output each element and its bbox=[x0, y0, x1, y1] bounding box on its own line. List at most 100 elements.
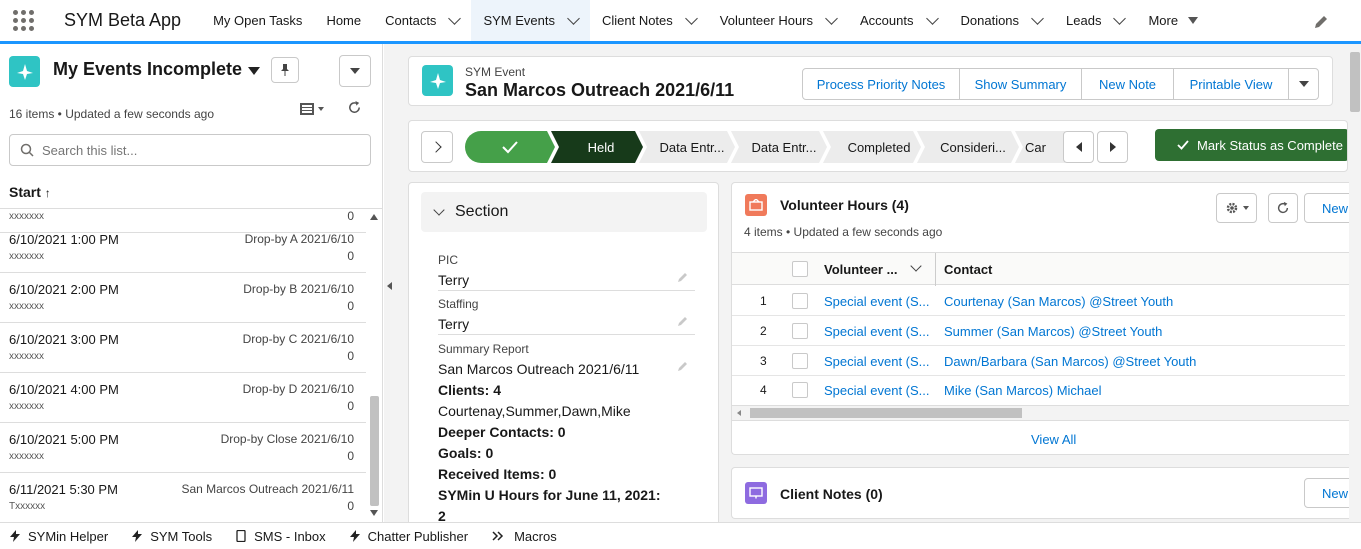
client-notes-title[interactable]: Client Notes (0) bbox=[780, 486, 883, 502]
mark-status-complete-button[interactable]: Mark Status as Complete bbox=[1155, 129, 1347, 161]
nav-item-my-open-tasks[interactable]: My Open Tasks bbox=[201, 0, 314, 41]
volunteer-link[interactable]: Special event (S... bbox=[824, 324, 930, 339]
column-header-start[interactable]: Start ↑ bbox=[9, 184, 51, 200]
section-header[interactable]: Section bbox=[421, 192, 707, 232]
process-priority-notes-button[interactable]: Process Priority Notes bbox=[802, 68, 960, 100]
phone-icon bbox=[236, 530, 246, 542]
lightning-icon bbox=[132, 530, 143, 542]
app-launcher-icon[interactable] bbox=[0, 0, 46, 41]
list-item[interactable]: 6/10/2021 2:00 PM xxxxxxx Drop-by B 2021… bbox=[0, 273, 366, 323]
list-scrollbar[interactable] bbox=[370, 396, 379, 506]
chevron-down-icon[interactable] bbox=[910, 260, 922, 272]
volunteer-link[interactable]: Special event (S... bbox=[824, 383, 930, 398]
volunteer-hours-title[interactable]: Volunteer Hours (4) bbox=[780, 197, 909, 213]
scroll-up-icon[interactable] bbox=[370, 214, 378, 220]
collapse-arrow-icon[interactable] bbox=[387, 282, 392, 290]
path-step-car[interactable]: Car bbox=[1025, 131, 1057, 163]
summary-report-label: Summary Report bbox=[438, 342, 529, 356]
row-checkbox[interactable] bbox=[792, 323, 808, 339]
chevron-down-icon[interactable] bbox=[1031, 11, 1044, 25]
chevron-down-icon[interactable] bbox=[1113, 11, 1127, 25]
list-title[interactable]: My Events Incomplete bbox=[53, 59, 242, 80]
edit-nav-icon[interactable] bbox=[1313, 14, 1329, 30]
summary-line: Courtenay,Summer,Dawn,Mike bbox=[438, 403, 631, 419]
nav-item-leads[interactable]: Leads bbox=[1054, 0, 1136, 41]
column-header-volunteer[interactable]: Volunteer ... bbox=[824, 262, 897, 277]
pin-button[interactable] bbox=[271, 57, 299, 83]
summary-line: Received Items: 0 bbox=[438, 466, 557, 482]
search-input[interactable] bbox=[42, 142, 342, 158]
summary-line: SYMin U Hours for June 11, 2021: bbox=[438, 487, 661, 503]
show-summary-button[interactable]: Show Summary bbox=[959, 68, 1082, 100]
nav-item-contacts[interactable]: Contacts bbox=[373, 0, 471, 41]
path-expand-button[interactable] bbox=[421, 131, 453, 163]
refresh-button[interactable] bbox=[1268, 193, 1298, 223]
printable-view-button[interactable]: Printable View bbox=[1173, 68, 1289, 100]
lightning-icon bbox=[10, 530, 20, 542]
path-scroll-left-button[interactable] bbox=[1063, 131, 1094, 163]
refresh-icon[interactable] bbox=[347, 100, 362, 115]
list-item[interactable]: 6/10/2021 5:00 PM xxxxxxx Drop-by Close … bbox=[0, 423, 366, 473]
chevron-down-icon[interactable] bbox=[825, 11, 838, 25]
table-row[interactable]: 4 Special event (S... Mike (San Marcos) … bbox=[732, 375, 1345, 405]
utility-sms-inbox[interactable]: SMS - Inbox bbox=[236, 529, 326, 544]
path-step-held[interactable]: Held bbox=[555, 131, 647, 163]
nav-item-more[interactable]: More bbox=[1136, 0, 1210, 41]
path-step-considering[interactable]: Consideri... bbox=[929, 131, 1017, 163]
volunteer-link[interactable]: Special event (S... bbox=[824, 354, 930, 369]
path-step-completed[interactable]: Completed bbox=[834, 131, 924, 163]
list-item[interactable]: 6/10/2021 1:00 PM xxxxxxx Drop-by A 2021… bbox=[0, 223, 366, 273]
table-row[interactable]: 2 Special event (S... Summer (San Marcos… bbox=[732, 316, 1345, 346]
column-header-contact[interactable]: Contact bbox=[944, 262, 992, 277]
nav-item-donations[interactable]: Donations bbox=[949, 0, 1055, 41]
volunteer-link[interactable]: Special event (S... bbox=[824, 294, 930, 309]
chevron-down-icon[interactable] bbox=[925, 11, 939, 25]
list-switcher-caret-icon[interactable] bbox=[248, 67, 260, 75]
contact-link[interactable]: Summer (San Marcos) @Street Youth bbox=[944, 324, 1162, 339]
edit-pencil-icon[interactable] bbox=[677, 360, 689, 372]
table-row[interactable]: 3 Special event (S... Dawn/Barbara (San … bbox=[732, 346, 1345, 376]
list-item[interactable]: 6/10/2021 3:00 PM xxxxxxx Drop-by C 2021… bbox=[0, 323, 366, 373]
nav-item-home[interactable]: Home bbox=[314, 0, 373, 41]
more-actions-button[interactable] bbox=[1288, 68, 1319, 100]
chevron-down-icon[interactable] bbox=[684, 11, 698, 25]
row-checkbox[interactable] bbox=[792, 293, 808, 309]
chevron-down-icon[interactable] bbox=[448, 11, 462, 25]
list-item[interactable]: 6/10/2021 4:00 PM xxxxxxx Drop-by D 2021… bbox=[0, 373, 366, 423]
chevron-down-icon[interactable] bbox=[567, 11, 580, 25]
nav-item-sym-events[interactable]: SYM Events bbox=[471, 0, 590, 44]
scroll-left-icon[interactable] bbox=[737, 410, 741, 416]
list-search[interactable] bbox=[9, 134, 371, 166]
list-item[interactable]: 6/11/2021 5:30 PM Txxxxxx San Marcos Out… bbox=[0, 473, 366, 522]
horizontal-scroll-thumb[interactable] bbox=[750, 408, 1022, 418]
display-as-button[interactable] bbox=[300, 101, 328, 117]
nav-item-client-notes[interactable]: Client Notes bbox=[590, 0, 708, 41]
row-checkbox[interactable] bbox=[792, 382, 808, 398]
utility-sym-tools[interactable]: SYM Tools bbox=[132, 529, 212, 544]
page-scrollbar[interactable] bbox=[1349, 44, 1361, 522]
utility-macros[interactable]: Macros bbox=[492, 529, 557, 544]
table-row[interactable]: 1 Special event (S... Courtenay (San Mar… bbox=[732, 286, 1345, 316]
contact-link[interactable]: Dawn/Barbara (San Marcos) @Street Youth bbox=[944, 354, 1196, 369]
edit-pencil-icon[interactable] bbox=[677, 315, 689, 327]
scroll-down-icon[interactable] bbox=[370, 510, 378, 516]
page-scroll-thumb[interactable] bbox=[1350, 52, 1360, 112]
view-all-link[interactable]: View All bbox=[1031, 432, 1076, 447]
row-checkbox[interactable] bbox=[792, 353, 808, 369]
contact-link[interactable]: Mike (San Marcos) Michael bbox=[944, 383, 1102, 398]
list-menu-button[interactable] bbox=[339, 55, 371, 87]
nav-item-accounts[interactable]: Accounts bbox=[848, 0, 948, 41]
utility-symin-helper[interactable]: SYMin Helper bbox=[10, 529, 108, 544]
horizontal-scrollbar[interactable] bbox=[732, 405, 1361, 420]
contact-link[interactable]: Courtenay (San Marcos) @Street Youth bbox=[944, 294, 1173, 309]
path-step-data-entry-2[interactable]: Data Entr... bbox=[741, 131, 827, 163]
list-settings-button[interactable] bbox=[1216, 193, 1257, 223]
path-step-data-entry-1[interactable]: Data Entr... bbox=[649, 131, 735, 163]
utility-chatter-publisher[interactable]: Chatter Publisher bbox=[349, 529, 468, 544]
select-all-checkbox[interactable] bbox=[792, 261, 808, 277]
split-view-handle[interactable] bbox=[384, 44, 396, 522]
path-scroll-right-button[interactable] bbox=[1097, 131, 1128, 163]
nav-item-volunteer-hours[interactable]: Volunteer Hours bbox=[708, 0, 848, 41]
edit-pencil-icon[interactable] bbox=[677, 271, 689, 283]
new-note-button[interactable]: New Note bbox=[1081, 68, 1174, 100]
